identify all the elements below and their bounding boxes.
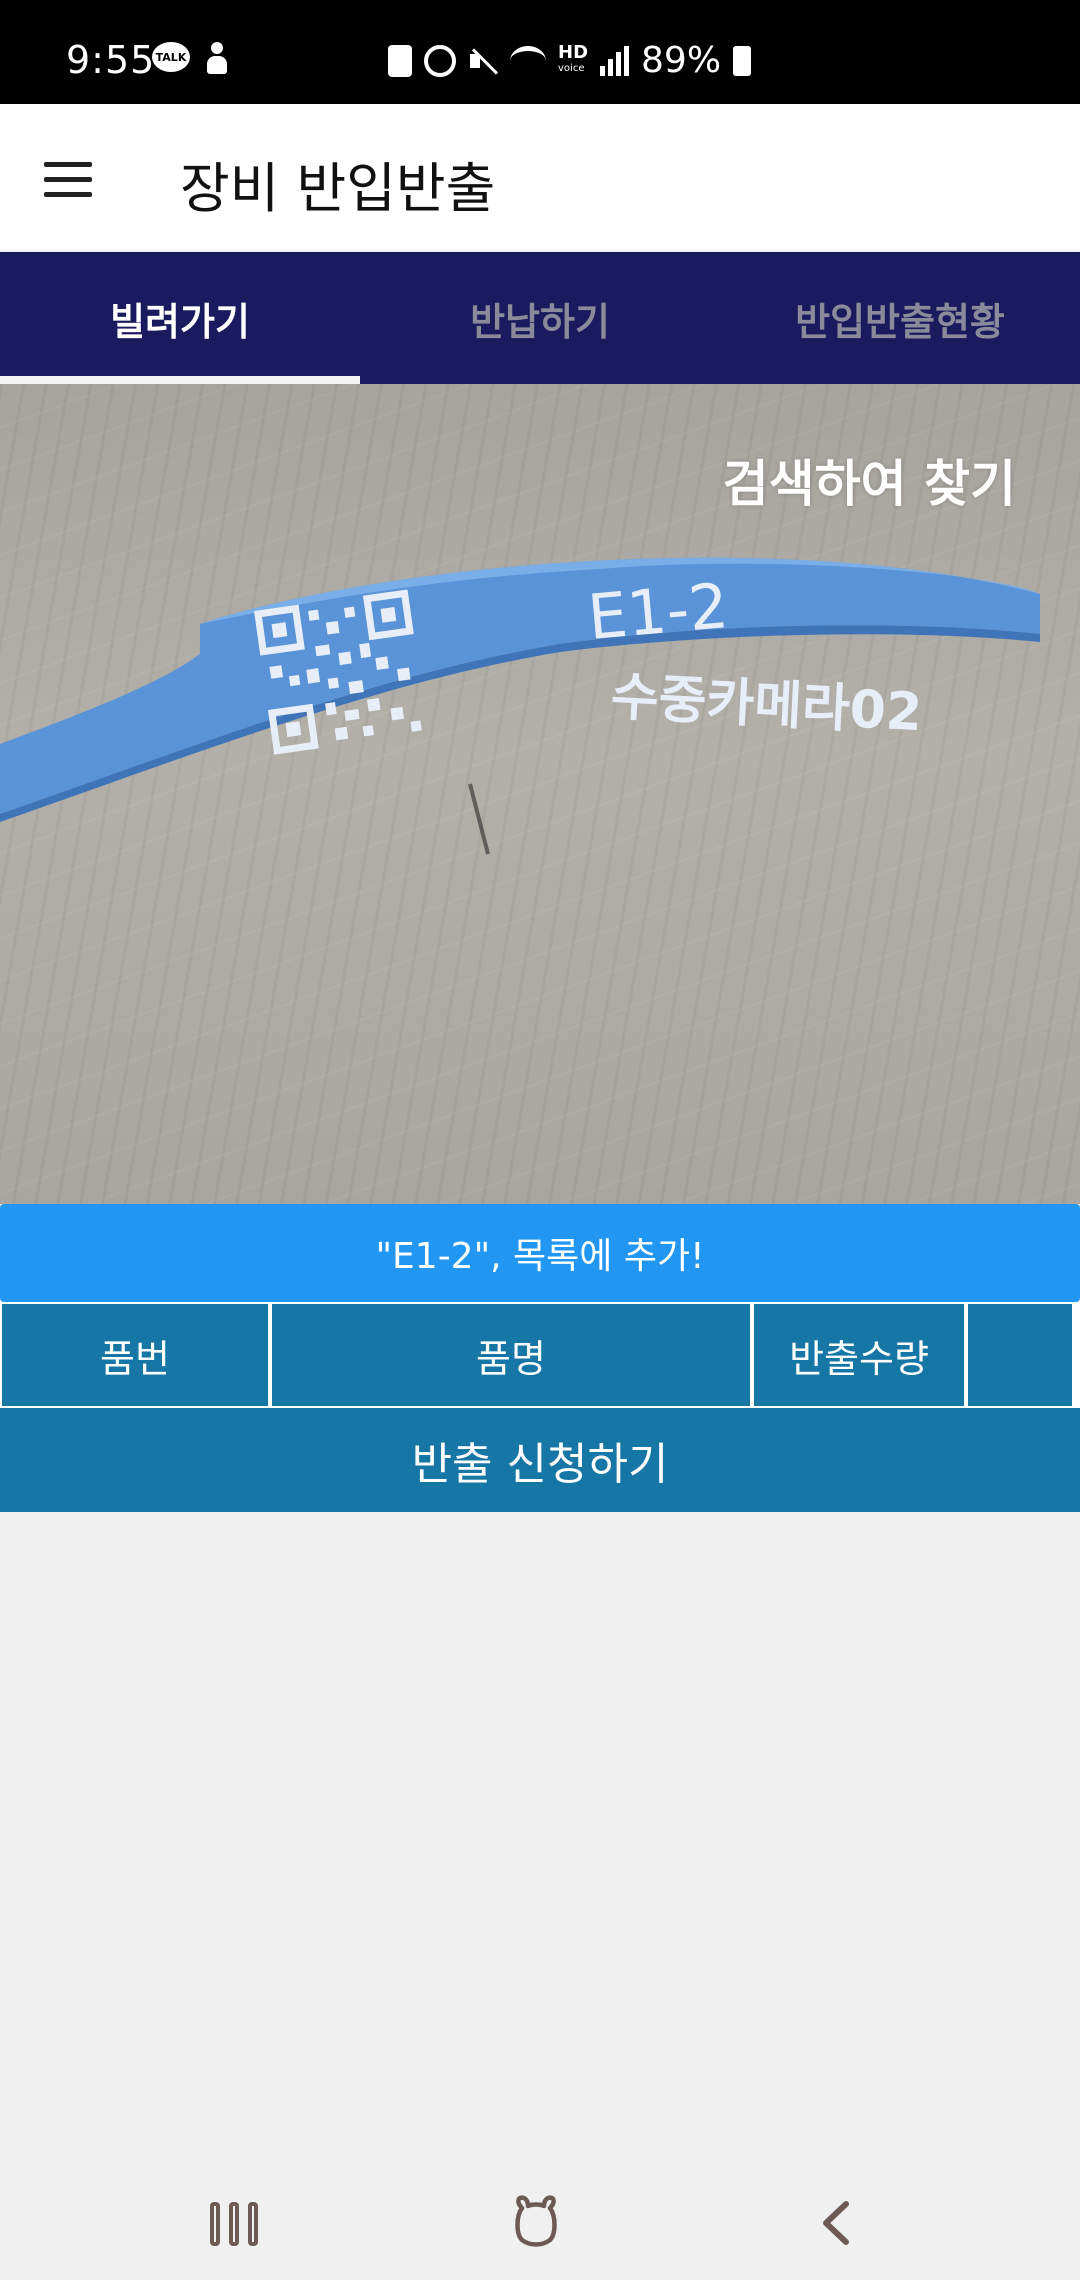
added-notice: "E1-2", 목록에 추가! [0, 1204, 1080, 1302]
battery-icon [733, 45, 752, 76]
notification-icons: TALK [152, 42, 230, 76]
tab-bar: 빌려가기 반납하기 반입반출현황 [0, 252, 1080, 384]
camera-preview[interactable]: E1-2 수중카메라02 검색하여 찾기 [0, 384, 1080, 1204]
hd-label: HD [558, 41, 589, 63]
system-icons: HD voice 89% [388, 40, 752, 81]
hamburger-icon[interactable] [44, 162, 92, 198]
column-item-number: 품번 [2, 1304, 268, 1406]
status-bar: 9:55 TALK HD voice 89% [0, 0, 1080, 104]
battery-saver-icon [388, 44, 412, 77]
column-action [968, 1304, 1072, 1406]
signal-icon [600, 45, 630, 76]
tag-code-text: E1-2 [585, 569, 731, 654]
person-icon [204, 42, 230, 76]
kakaotalk-icon: TALK [152, 42, 190, 72]
back-icon[interactable] [816, 2198, 856, 2248]
home-icon[interactable] [512, 2194, 560, 2248]
system-nav-bar [0, 2168, 1080, 2280]
submit-request-button[interactable]: 반출 신청하기 [0, 1408, 1080, 1512]
mute-icon [468, 46, 498, 76]
wifi-icon [510, 45, 546, 76]
page-title: 장비 반입반출 [180, 157, 496, 220]
tab-status[interactable]: 반입반출현황 [720, 252, 1080, 384]
hd-sub-label: voice [558, 62, 585, 74]
search-link[interactable]: 검색하여 찾기 [723, 444, 1016, 516]
hd-voice-icon: HD voice [558, 41, 589, 77]
battery-percent: 89% [641, 40, 722, 81]
tag-name-text: 수중카메라02 [609, 667, 923, 743]
item-table-header: 품번 품명 반출수량 [0, 1302, 1080, 1408]
column-item-name: 품명 [272, 1304, 750, 1406]
alarm-icon [424, 44, 456, 77]
tab-borrow[interactable]: 빌려가기 [0, 252, 360, 384]
recent-apps-icon[interactable] [210, 2202, 258, 2246]
status-time: 9:55 [66, 38, 156, 82]
app-header: 장비 반입반출 [0, 104, 1080, 250]
tab-return[interactable]: 반납하기 [360, 252, 720, 384]
column-quantity: 반출수량 [754, 1304, 964, 1406]
